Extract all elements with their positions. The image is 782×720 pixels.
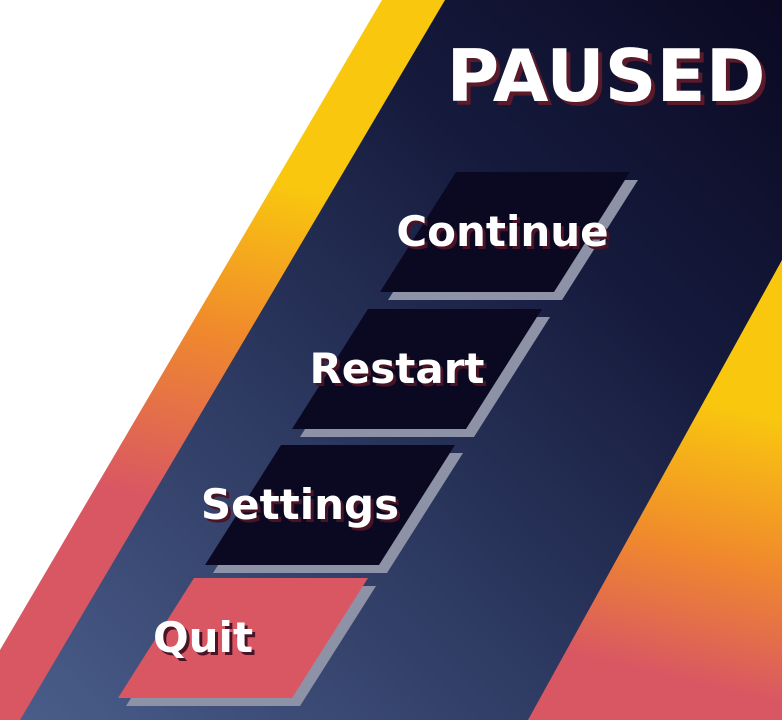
quit-button[interactable]: Quit [118, 578, 376, 706]
continue-button-label: Continue [396, 207, 609, 256]
settings-button-label: Settings [200, 480, 400, 529]
paused-title: PAUSED [446, 34, 766, 118]
continue-button[interactable]: Continue [380, 172, 638, 300]
quit-button-label: Quit [152, 613, 254, 662]
settings-button[interactable]: Settings [200, 445, 463, 573]
restart-button[interactable]: Restart [292, 309, 550, 437]
pause-menu-screen: PAUSED Continue Restart Settings Quit [0, 0, 782, 720]
restart-button-label: Restart [309, 344, 485, 393]
